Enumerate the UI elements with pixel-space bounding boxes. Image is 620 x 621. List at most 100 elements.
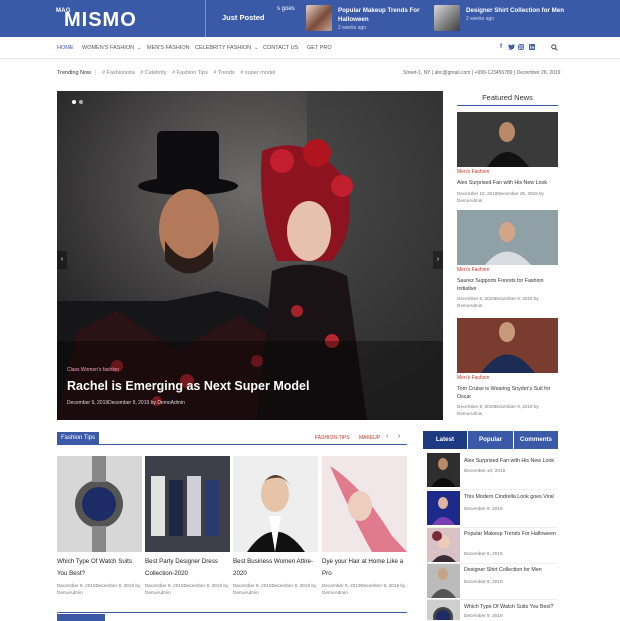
chevron-down-icon: ⌄	[137, 45, 142, 51]
featured-image	[457, 210, 558, 265]
featured-image	[457, 318, 558, 373]
tip-card-image	[57, 456, 142, 552]
tip-card-image	[145, 456, 230, 552]
tip-card-title[interactable]: Which Type Of Watch Suits You Best?	[57, 556, 142, 580]
nav-label: WOMEN'S FASHION	[82, 45, 135, 51]
sidebar-post-date: December 9, 2019	[464, 579, 503, 584]
featured-title[interactable]: Alex Surprised Fan with His New Look	[457, 179, 558, 187]
hero-slider[interactable]: ‹ › Class Women's fashion Rachel is Emer…	[57, 91, 443, 420]
trending-tag[interactable]: # super model	[240, 70, 275, 76]
featured-meta: December 5, 2019December 9, 2019 by Demo…	[457, 296, 539, 308]
sidebar-post-date: December 9, 2019	[464, 506, 503, 511]
nav-label: HOME	[57, 45, 74, 51]
nav-item-contact-us[interactable]: CONTACT US	[263, 45, 298, 51]
site-logo[interactable]: MAG MISMO	[56, 7, 136, 31]
sidebar-post-date: December 10, 2019	[464, 468, 506, 473]
featured-meta: December 10, 2019December 25, 2019 by De…	[457, 191, 544, 203]
ticker-date: 2 weeks ago	[338, 25, 367, 31]
contact-phone[interactable]: +999-123456789	[475, 70, 513, 76]
sidebar-divider	[427, 489, 558, 490]
chevron-down-icon: ⌄	[254, 45, 259, 51]
nav-label: GET PRO	[307, 45, 332, 51]
nav-label: CONTACT US	[263, 45, 299, 51]
tab-comments[interactable]: Comments	[514, 431, 558, 449]
tips-prev-button[interactable]: ‹	[386, 433, 388, 440]
nav-item-home[interactable]: HOME	[57, 45, 74, 51]
sidebar-post-thumbnail	[427, 564, 460, 598]
instagram-icon[interactable]	[518, 44, 524, 52]
slider-dot[interactable]	[79, 100, 83, 104]
tip-card-meta: December 9, 2019December 9, 2019 by Demo…	[57, 583, 141, 595]
featured-heading: Featured News	[482, 93, 533, 102]
tip-card-title[interactable]: Dye your Hair at Home Like a Pro	[322, 556, 407, 580]
tip-card-meta: December 9, 2019December 9, 2019 by Demo…	[233, 583, 317, 595]
hero-meta: December 9, 2019December 9, 2019 by Demo…	[67, 400, 185, 406]
sidebar-post-title[interactable]: This Modern Cindrella Look goes Viral	[464, 493, 558, 501]
current-date: December 26, 2019	[516, 70, 561, 76]
nav-item-womens-fashion[interactable]: WOMEN'S FASHION ⌄	[82, 45, 141, 51]
fashion-tips-header: Fashion Tips FASHION-TIPS MAKEUP ‹ ›	[57, 431, 407, 445]
featured-category[interactable]: Men's Fashion	[457, 375, 489, 381]
trending-tag[interactable]: # Celebrity	[140, 70, 166, 76]
nav-item-get-pro[interactable]: GET PRO	[307, 45, 332, 51]
nav-label: CELEBRITY FASHION	[195, 45, 252, 51]
tip-card-image	[233, 456, 318, 552]
slider-next-button[interactable]: ›	[433, 251, 443, 269]
sidebar-post-title[interactable]: Popular Makeup Trends For Halloween	[464, 530, 558, 538]
sidebar-post-title[interactable]: Designer Shirt Collection for Men	[464, 566, 558, 574]
trending-tag[interactable]: # Trends	[213, 70, 234, 76]
sidebar-post-title[interactable]: Alex Surprised Fan with His New Look	[464, 457, 558, 465]
logo-mismo: MISMO	[64, 9, 137, 31]
sidebar-post[interactable]: Designer Shirt Collection for Men Decemb…	[427, 564, 558, 598]
linkedin-icon[interactable]	[529, 44, 535, 52]
tip-card-title[interactable]: Best Business Women Attire-2020	[233, 556, 318, 580]
sidebar-post-title[interactable]: Which Type Of Watch Suits You Best?	[464, 603, 558, 611]
slider-dot[interactable]	[72, 100, 76, 104]
nav-item-mens-fashion[interactable]: MEN'S FASHION	[147, 45, 190, 51]
sidebar-post-thumbnail	[427, 491, 460, 525]
ticker-item[interactable]: Popular Makeup Trends For Halloween 2 we…	[306, 5, 436, 33]
tip-card-image	[322, 456, 407, 552]
fashion-tips-label: Fashion Tips	[57, 432, 99, 445]
ticker-title: Popular Makeup Trends For Halloween	[338, 7, 420, 23]
sidebar-post-thumbnail	[427, 600, 460, 620]
featured-title[interactable]: Tom Cruise is Wearing Snyder's Suit for …	[457, 385, 558, 401]
sidebar-post[interactable]: Which Type Of Watch Suits You Best? Dece…	[427, 600, 558, 620]
sidebar-post[interactable]: This Modern Cindrella Look goes Viral De…	[427, 491, 558, 525]
hero-title[interactable]: Rachel is Emerging as Next Super Model	[67, 379, 309, 393]
featured-title[interactable]: Saurez Supports Forests for Fashion Init…	[457, 277, 558, 293]
facebook-icon[interactable]: f	[500, 44, 502, 50]
sidebar-post-date: December 9, 2019	[464, 551, 503, 556]
contact-address: Street-1, NY	[403, 70, 431, 76]
sidebar-post-date: December 9, 2019	[464, 613, 503, 618]
tips-filter-link[interactable]: MAKEUP	[359, 435, 380, 441]
nav-label: MEN'S FASHION	[147, 45, 190, 51]
next-section-header	[57, 612, 407, 621]
tab-latest[interactable]: Latest	[423, 431, 467, 449]
top-header-bar: MAG MISMO Just Posted s goes Popular Mak…	[0, 0, 620, 37]
tab-popular[interactable]: Popular	[468, 431, 513, 449]
sidebar-post-thumbnail	[427, 528, 460, 562]
sidebar-post[interactable]: Popular Makeup Trends For Halloween Dece…	[427, 528, 558, 562]
nav-item-celebrity-fashion[interactable]: CELEBRITY FASHION ⌄	[195, 45, 258, 51]
hero-categories[interactable]: Class Women's fashion	[67, 367, 119, 373]
featured-category[interactable]: Men's Fashion	[457, 169, 489, 175]
featured-image	[457, 112, 558, 167]
tips-filter-link[interactable]: FASHION-TIPS	[315, 435, 350, 441]
contact-email[interactable]: abc@gmail.com	[435, 70, 471, 76]
trending-tag[interactable]: # Fashionista	[102, 70, 135, 76]
tip-card-title[interactable]: Best Party Designer Dress Collection-202…	[145, 556, 230, 580]
contact-info: Street-1, NY | abc@gmail.com | +999-1234…	[403, 70, 561, 76]
ticker-thumbnail	[306, 5, 332, 31]
ticker-partial-text[interactable]: s goes	[277, 6, 295, 12]
slider-prev-button[interactable]: ‹	[57, 251, 67, 269]
trending-tag[interactable]: # Fashion Tips	[172, 70, 208, 76]
trending-label: Trending Now	[57, 70, 92, 76]
twitter-icon[interactable]	[508, 44, 515, 52]
tips-next-button[interactable]: ›	[398, 433, 400, 440]
search-icon[interactable]	[551, 44, 558, 53]
featured-category[interactable]: Men's Fashion	[457, 267, 489, 273]
ticker-title: Designer Shirt Collection for Men	[466, 7, 564, 14]
ticker-item[interactable]: Designer Shirt Collection for Men 2 week…	[434, 5, 584, 33]
sidebar-post[interactable]: Alex Surprised Fan with His New Look Dec…	[427, 453, 558, 487]
